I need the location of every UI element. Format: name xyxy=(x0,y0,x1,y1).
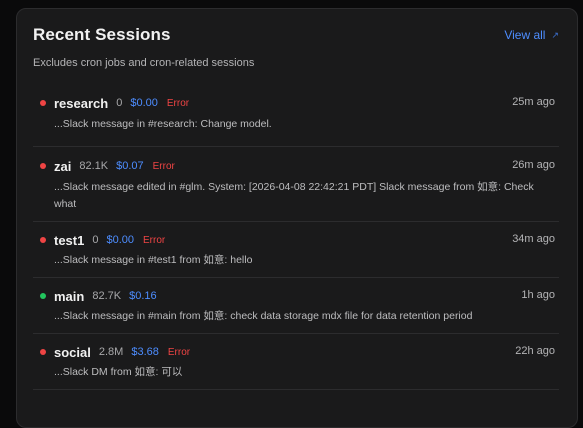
session-cost: $0.00 xyxy=(106,234,135,246)
error-badge: Error xyxy=(167,346,191,358)
session-cost: $0.00 xyxy=(130,97,158,109)
error-badge: Error xyxy=(152,160,175,172)
session-list: research 0 $0.00 Error 25m ago ...Slack … xyxy=(33,89,559,390)
session-time: 25m ago xyxy=(512,96,555,108)
session-name: main xyxy=(54,288,85,304)
session-cost: $0.07 xyxy=(116,160,144,172)
view-all-label: View all xyxy=(504,28,546,42)
session-row[interactable]: zai 82.1K $0.07 Error 26m ago ...Slack m… xyxy=(33,147,559,222)
status-dot-ok xyxy=(40,293,46,299)
session-cost: $0.16 xyxy=(129,290,157,302)
session-cost: $3.68 xyxy=(131,346,159,358)
session-time: 1h ago xyxy=(521,289,555,301)
session-snippet: ...Slack message in #test1 from 如意: hell… xyxy=(54,254,253,266)
session-tokens: 2.8M xyxy=(98,346,124,358)
view-all-link[interactable]: View all ↗ xyxy=(504,28,559,42)
session-time: 22h ago xyxy=(515,345,555,357)
card-subtitle: Excludes cron jobs and cron-related sess… xyxy=(33,57,255,69)
session-row[interactable]: research 0 $0.00 Error 25m ago ...Slack … xyxy=(33,89,559,147)
session-tokens: 0 xyxy=(92,234,99,246)
status-dot-error xyxy=(40,100,46,106)
error-badge: Error xyxy=(143,234,166,246)
status-dot-error xyxy=(40,349,46,355)
session-row[interactable]: test1 0 $0.00 Error 34m ago ...Slack mes… xyxy=(33,222,559,278)
session-tokens: 82.7K xyxy=(92,290,122,302)
session-name: social xyxy=(54,344,91,360)
session-name: zai xyxy=(54,158,72,174)
session-tokens: 0 xyxy=(116,97,123,109)
session-time: 26m ago xyxy=(512,159,555,171)
status-dot-error xyxy=(40,163,46,169)
session-row[interactable]: social 2.8M $3.68 Error 22h ago ...Slack… xyxy=(33,334,559,390)
session-tokens: 82.1K xyxy=(79,160,109,172)
card-title: Recent Sessions xyxy=(33,25,171,44)
session-name: test1 xyxy=(54,232,85,248)
error-badge: Error xyxy=(166,97,190,109)
external-arrow-icon: ↗ xyxy=(551,29,559,40)
session-snippet: ...Slack message in #main from 如意: check… xyxy=(54,310,473,322)
card-header: Recent Sessions View all ↗ xyxy=(33,25,559,47)
session-name: research xyxy=(54,95,109,111)
session-snippet: ...Slack DM from 如意: 可以 xyxy=(54,366,183,378)
session-snippet: ...Slack message in #research: Change mo… xyxy=(54,118,272,130)
session-time: 34m ago xyxy=(512,233,555,245)
status-dot-error xyxy=(40,237,46,243)
session-row[interactable]: main 82.7K $0.16 1h ago ...Slack message… xyxy=(33,278,559,334)
session-snippet: ...Slack message edited in #glm. System:… xyxy=(54,181,534,210)
recent-sessions-card: Recent Sessions View all ↗ Excludes cron… xyxy=(16,8,578,428)
